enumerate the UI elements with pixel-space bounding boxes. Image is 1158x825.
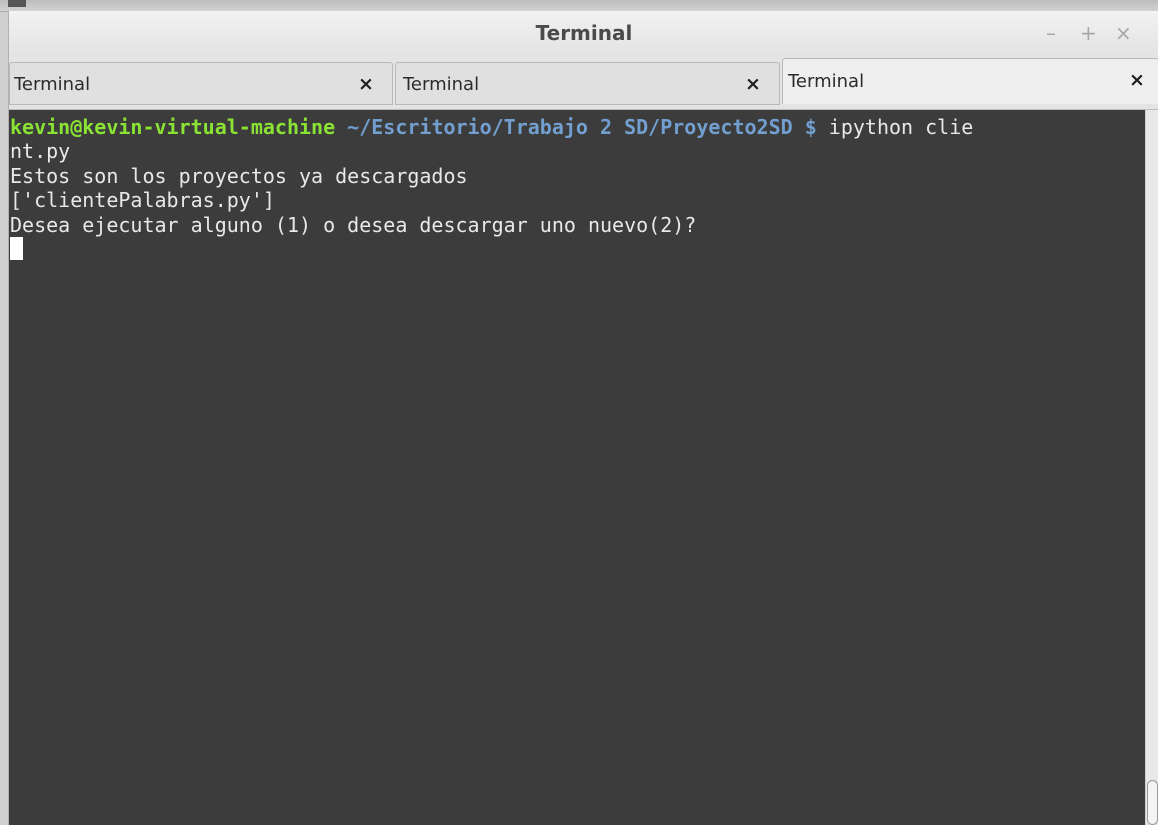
tab-close-icon[interactable]: ×: [358, 73, 374, 95]
prompt-line: kevin@kevin-virtual-machine ~/Escritorio…: [10, 115, 1145, 139]
tab-close-icon[interactable]: ×: [745, 73, 761, 95]
scrollbar[interactable]: [1145, 110, 1158, 825]
minimize-button[interactable]: –: [1046, 21, 1056, 45]
tab-label: Terminal: [788, 71, 865, 92]
command-text: ipython clie: [816, 115, 974, 139]
tab-bar: Terminal × Terminal × Terminal ×: [9, 56, 1158, 110]
prompt-path: ~/Escritorio/Trabajo 2 SD/Proyecto2SD $: [335, 115, 817, 139]
tab-terminal-1[interactable]: Terminal ×: [9, 62, 393, 105]
tab-terminal-2[interactable]: Terminal ×: [395, 62, 780, 105]
input-line[interactable]: [10, 236, 1145, 261]
output-line: Desea ejecutar alguno (1) o desea descar…: [10, 212, 697, 237]
title-bar[interactable]: Terminal – + ×: [9, 11, 1158, 56]
output-line: ['clientePalabras.py']: [10, 188, 275, 213]
prompt-user: kevin@kevin-virtual-machine: [10, 115, 336, 139]
maximize-button[interactable]: +: [1080, 21, 1097, 45]
text-cursor: [10, 236, 23, 260]
command-continuation: nt.py: [10, 139, 71, 164]
window-title: Terminal: [535, 21, 633, 45]
tab-label: Terminal: [14, 74, 91, 95]
terminal-output[interactable]: kevin@kevin-virtual-machine ~/Escritorio…: [9, 110, 1145, 825]
tab-terminal-3[interactable]: Terminal ×: [782, 58, 1158, 104]
tab-close-icon[interactable]: ×: [1129, 69, 1145, 91]
output-line: Estos son los proyectos ya descargados: [10, 163, 468, 188]
tab-label: Terminal: [403, 74, 480, 95]
terminal-window: Terminal – + × Terminal × Terminal × Ter…: [8, 11, 1158, 825]
scrollbar-thumb[interactable]: [1147, 780, 1158, 825]
background-window-mark: [8, 0, 26, 7]
close-window-button[interactable]: ×: [1115, 21, 1132, 45]
